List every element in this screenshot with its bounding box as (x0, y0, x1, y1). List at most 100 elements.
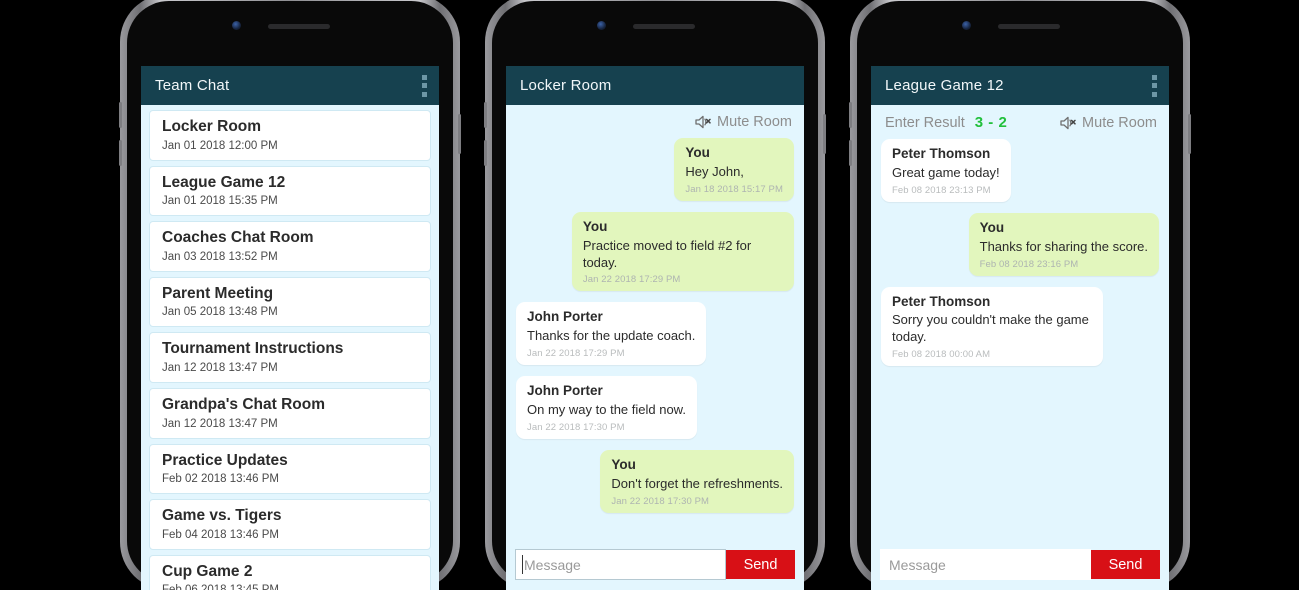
chat-room-name: Tournament Instructions (162, 340, 344, 358)
phone-locker-room: Locker Room Mute Room You Hey John, Jan 18 2… (484, 0, 826, 590)
message-text: Don't forget the refreshments. (611, 475, 783, 491)
message-input[interactable]: Message (880, 549, 1091, 580)
chat-room-name: Coaches Chat Room (162, 229, 314, 247)
mute-room-label: Mute Room (717, 114, 792, 130)
app-bar: Team Chat (141, 66, 439, 105)
list-item[interactable]: Game vs. Tigers Feb 04 2018 13:46 PM (149, 499, 431, 550)
message-input-placeholder: Message (889, 556, 946, 573)
volume-up-button[interactable] (849, 102, 852, 128)
message-list[interactable]: Peter Thomson Great game today! Feb 08 201… (871, 137, 1169, 543)
chat-view: Mute Room You Hey John, Jan 18 2018 15:17 P… (506, 105, 804, 590)
mute-room-button[interactable]: Mute Room (695, 114, 792, 130)
kebab-menu-icon[interactable] (1152, 74, 1157, 97)
message-author: Peter Thomson (892, 146, 991, 161)
volume-down-button[interactable] (484, 140, 487, 166)
message-text: Hey John, (685, 163, 744, 179)
power-button[interactable] (823, 114, 826, 154)
chat-room-name: Parent Meeting (162, 284, 274, 302)
kebab-dot (1152, 74, 1157, 80)
message-text: Thanks for sharing the score. (979, 238, 1148, 254)
message-bubble[interactable]: You Practice moved to field #2 for today.… (571, 211, 794, 292)
score-display[interactable]: 3 - 2 (975, 114, 1008, 131)
message-row: You Thanks for sharing the score. Feb 08 2… (881, 212, 1159, 276)
power-button[interactable] (458, 114, 461, 154)
message-row: Peter Thomson Great game today! Feb 08 201… (881, 139, 1159, 202)
message-bubble[interactable]: Peter Thomson Sorry you couldn't make the… (881, 286, 1104, 367)
message-bubble[interactable]: John Porter Thanks for the update coach. J… (516, 302, 707, 366)
chat-room-name: Game vs. Tigers (162, 507, 282, 525)
message-row: John Porter On my way to the field now. Ja… (516, 376, 794, 439)
chat-room-list[interactable]: Locker Room Jan 01 2018 12:00 PM League Ga… (141, 105, 439, 590)
volume-up-button[interactable] (484, 102, 487, 128)
phone-league-game-12: League Game 12 Enter Result 3 - 2 Mute Room… (849, 0, 1191, 590)
message-timestamp: Jan 22 2018 17:29 PM (582, 274, 681, 286)
list-item[interactable]: League Game 12 Jan 01 2018 15:35 PM (149, 165, 431, 217)
list-item[interactable]: Locker Room Jan 01 2018 12:00 PM (149, 110, 431, 161)
page-title: Locker Room (520, 77, 612, 94)
message-bubble[interactable]: Peter Thomson Great game today! Feb 08 201… (881, 139, 1011, 202)
list-item[interactable]: Parent Meeting Jan 05 2018 13:48 PM (149, 276, 431, 328)
kebab-menu-icon[interactable] (422, 74, 427, 97)
list-item[interactable]: Practice Updates Feb 02 2018 13:46 PM (149, 443, 431, 495)
message-input[interactable]: Message (515, 549, 726, 580)
front-camera-icon (962, 21, 971, 30)
message-author: John Porter (527, 383, 603, 399)
send-button[interactable]: Send (726, 550, 795, 579)
chat-room-timestamp: Feb 06 2018 13:45 PM (162, 584, 418, 590)
message-author: Peter Thomson (892, 293, 991, 309)
chat-room-name: Practice Updates (162, 451, 288, 469)
message-text: Practice moved to field #2 for today. (582, 237, 752, 270)
message-author: You (685, 145, 710, 160)
speaker-muted-icon-svg (695, 115, 711, 129)
chat-toolbar: Enter Result 3 - 2 Mute Room (871, 105, 1169, 137)
message-timestamp: Feb 08 2018 23:13 PM (892, 184, 991, 196)
text-caret (522, 555, 523, 574)
message-bubble[interactable]: You Thanks for sharing the score. Feb 08 2… (968, 212, 1159, 276)
power-button[interactable] (1188, 114, 1191, 154)
chat-room-timestamp: Jan 01 2018 15:35 PM (162, 195, 278, 208)
kebab-dot (1152, 91, 1157, 97)
list-item[interactable]: Cup Game 2 Feb 06 2018 13:45 PM (149, 554, 431, 590)
message-list[interactable]: You Hey John, Jan 18 2018 15:17 PM You Pract… (506, 136, 804, 543)
enter-result-button[interactable]: Enter Result (885, 115, 965, 131)
speaker-muted-icon-svg (1060, 116, 1076, 129)
message-author: You (979, 219, 1005, 235)
earpiece-speaker-icon (633, 24, 695, 29)
earpiece-speaker-icon (268, 24, 330, 29)
message-timestamp: Feb 08 2018 23:16 PM (979, 258, 1079, 270)
app-bar: League Game 12 (871, 66, 1169, 105)
chat-toolbar: Mute Room (506, 105, 804, 136)
message-bubble[interactable]: You Hey John, Jan 18 2018 15:17 PM (674, 138, 794, 201)
speaker-muted-icon (695, 115, 712, 129)
message-text: Thanks for the update coach. (527, 328, 696, 344)
list-item[interactable]: Tournament Instructions Jan 12 2018 13:47… (149, 332, 431, 383)
kebab-dot (422, 74, 427, 80)
mute-room-button[interactable]: Mute Room (1060, 115, 1157, 131)
message-row: You Practice moved to field #2 for today.… (516, 211, 794, 292)
chat-room-timestamp: Jan 12 2018 13:47 PM (162, 417, 278, 430)
message-composer: Message Send (871, 543, 1169, 590)
message-timestamp: Feb 08 2018 00:00 AM (892, 349, 991, 361)
chat-room-timestamp: Jan 12 2018 13:47 PM (162, 361, 278, 374)
list-item[interactable]: Coaches Chat Room Jan 03 2018 13:52 PM (149, 221, 431, 272)
volume-up-button[interactable] (119, 102, 122, 128)
message-row: You Hey John, Jan 18 2018 15:17 PM (516, 138, 794, 201)
message-text: On my way to the field now. (527, 402, 686, 418)
message-bubble[interactable]: John Porter On my way to the field now. Ja… (516, 376, 697, 439)
volume-down-button[interactable] (849, 140, 852, 166)
message-text: Sorry you couldn't make the game today. (892, 312, 1089, 345)
chat-room-name: Locker Room (162, 118, 262, 135)
send-button[interactable]: Send (1091, 550, 1160, 579)
message-timestamp: Jan 22 2018 17:30 PM (611, 495, 710, 507)
message-author: You (611, 456, 636, 472)
message-composer: Message Send (506, 543, 804, 590)
message-bubble[interactable]: You Don't forget the refreshments. Jan 22 … (600, 449, 794, 513)
screenshot-stage: Team Chat Locker Room Jan 01 2018 12:00 PM… (0, 0, 1299, 590)
volume-down-button[interactable] (119, 140, 122, 166)
page-title: League Game 12 (885, 77, 1004, 94)
list-item[interactable]: Grandpa's Chat Room Jan 12 2018 13:47 PM (149, 387, 431, 439)
message-row: You Don't forget the refreshments. Jan 22 … (516, 449, 794, 513)
kebab-dot (1152, 83, 1157, 88)
app-bar: Locker Room (506, 66, 804, 105)
chat-view: Enter Result 3 - 2 Mute Room Peter Thomson G… (871, 105, 1169, 590)
